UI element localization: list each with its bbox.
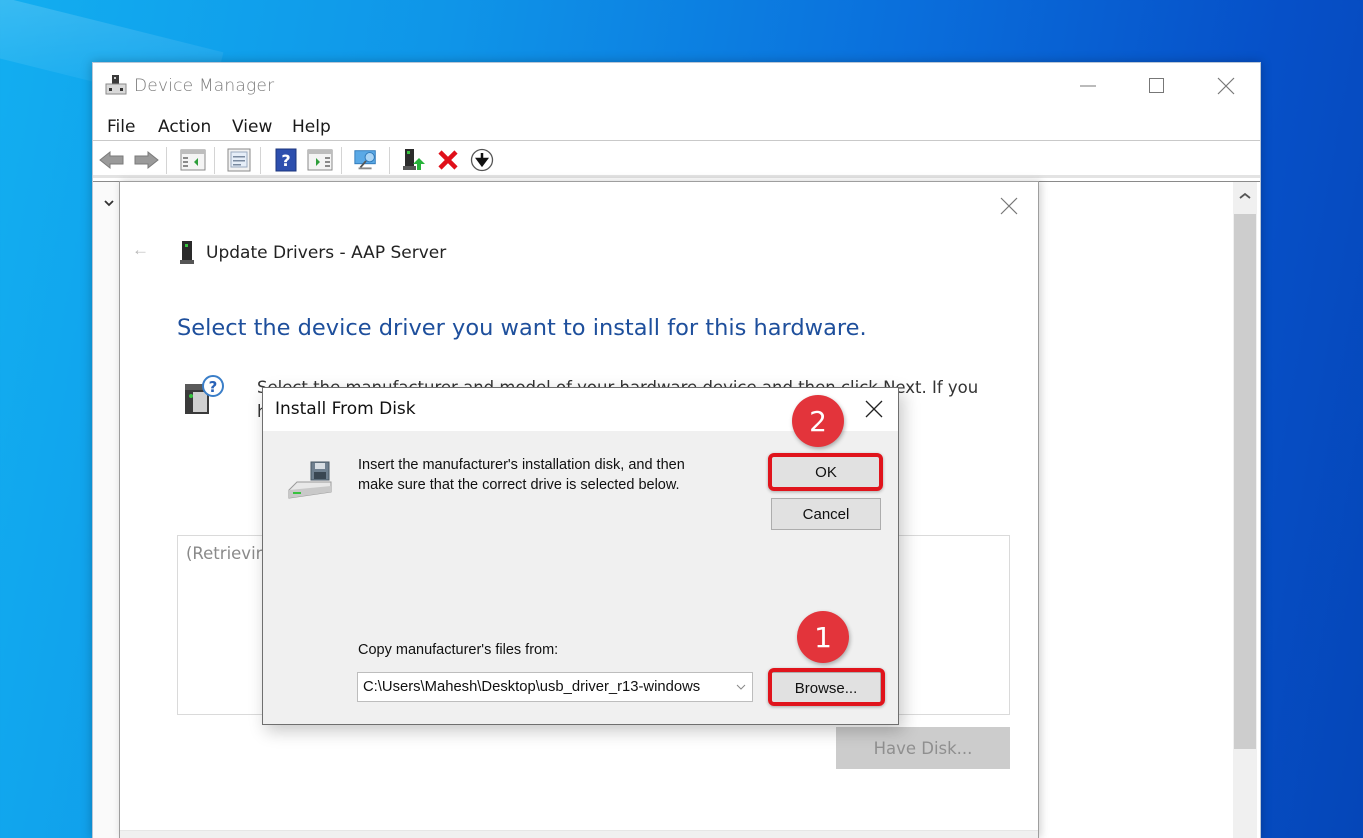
- minimize-icon: [1080, 85, 1096, 87]
- toolbar-separator: [389, 147, 390, 174]
- update-driver-button[interactable]: [401, 148, 427, 172]
- copy-files-label: Copy manufacturer's files from:: [358, 642, 559, 658]
- show-hide-console-tree-button[interactable]: [180, 148, 206, 172]
- tree-gutter: [93, 182, 120, 838]
- uninstall-device-button[interactable]: [435, 148, 461, 172]
- install-from-disk-title: Install From Disk: [275, 399, 416, 419]
- source-path-combobox[interactable]: C:\Users\Mahesh\Desktop\usb_driver_r13-w…: [357, 672, 753, 702]
- install-from-disk-close-button[interactable]: [857, 394, 891, 424]
- svg-text:?: ?: [281, 151, 290, 170]
- scroll-up-button[interactable]: [1233, 182, 1257, 210]
- chevron-up-icon: [1239, 192, 1251, 199]
- floppy-disk-drive-icon: [287, 460, 333, 507]
- enable-device-icon: [470, 148, 494, 172]
- uninstall-device-icon: [438, 150, 458, 170]
- toolbar-separator: [214, 147, 215, 174]
- dialog-title: Update Drivers - AAP Server: [206, 243, 447, 263]
- cancel-button[interactable]: Cancel: [771, 498, 881, 530]
- back-button[interactable]: ←: [132, 240, 149, 260]
- show-hide-action-pane-button[interactable]: [307, 148, 333, 172]
- menu-bar: File Action View Help: [93, 109, 1260, 141]
- menu-file[interactable]: File: [107, 117, 135, 137]
- maximize-icon: [1149, 78, 1164, 93]
- dialog-footer: [120, 830, 1038, 838]
- device-manager-icon: [105, 74, 127, 96]
- toolbar-separator: [166, 147, 167, 174]
- hardware-question-icon: ?: [183, 374, 227, 423]
- step-badge-1: 1: [797, 611, 849, 663]
- forward-button[interactable]: [133, 148, 159, 172]
- close-icon: [1000, 197, 1018, 215]
- back-arrow-icon: [99, 150, 124, 170]
- update-drivers-close-button[interactable]: [994, 192, 1024, 220]
- page-heading: Select the device driver you want to ins…: [177, 315, 867, 341]
- title-bar: Device Manager: [93, 63, 1260, 109]
- update-driver-icon: [403, 149, 425, 170]
- enable-device-button[interactable]: [469, 148, 495, 172]
- scroll-thumb[interactable]: [1234, 214, 1256, 749]
- browse-highlight-annotation: [768, 668, 885, 706]
- close-icon: [1217, 77, 1235, 95]
- toolbar-separator: [341, 147, 342, 174]
- source-path-value[interactable]: C:\Users\Mahesh\Desktop\usb_driver_r13-w…: [358, 679, 730, 695]
- vertical-scrollbar[interactable]: [1233, 182, 1257, 838]
- toolbar: ?: [93, 142, 1260, 178]
- scan-hardware-icon: [354, 150, 376, 170]
- forward-arrow-icon: [134, 150, 159, 170]
- svg-text:?: ?: [209, 378, 218, 396]
- chevron-down-icon[interactable]: [730, 684, 752, 690]
- have-disk-button[interactable]: Have Disk...: [836, 727, 1010, 769]
- help-icon: ?: [275, 148, 297, 172]
- menu-view[interactable]: View: [232, 117, 272, 137]
- ok-highlight-annotation: [768, 453, 883, 491]
- properties-button[interactable]: [226, 148, 252, 172]
- properties-icon: [227, 148, 251, 172]
- install-message-line-1: Insert the manufacturer's installation d…: [358, 457, 685, 473]
- show-hide-action-pane-icon: [307, 149, 333, 171]
- close-button[interactable]: [1203, 68, 1249, 104]
- menu-action[interactable]: Action: [158, 117, 211, 137]
- scan-hardware-button[interactable]: [353, 148, 379, 172]
- menu-help[interactable]: Help: [292, 117, 331, 137]
- help-button[interactable]: ?: [273, 148, 299, 172]
- show-hide-console-tree-icon: [180, 149, 206, 171]
- maximize-button[interactable]: [1134, 68, 1180, 104]
- step-badge-2: 2: [792, 395, 844, 447]
- install-message-line-2: make sure that the correct drive is sele…: [358, 477, 680, 493]
- install-message: Insert the manufacturer's installation d…: [358, 455, 758, 495]
- tree-expand-chevron-icon[interactable]: [104, 194, 114, 212]
- back-button[interactable]: [99, 148, 125, 172]
- minimize-button[interactable]: [1065, 68, 1111, 104]
- toolbar-separator: [260, 147, 261, 174]
- close-icon: [865, 400, 883, 418]
- server-device-icon: [180, 241, 194, 270]
- window-title: Device Manager: [134, 76, 275, 96]
